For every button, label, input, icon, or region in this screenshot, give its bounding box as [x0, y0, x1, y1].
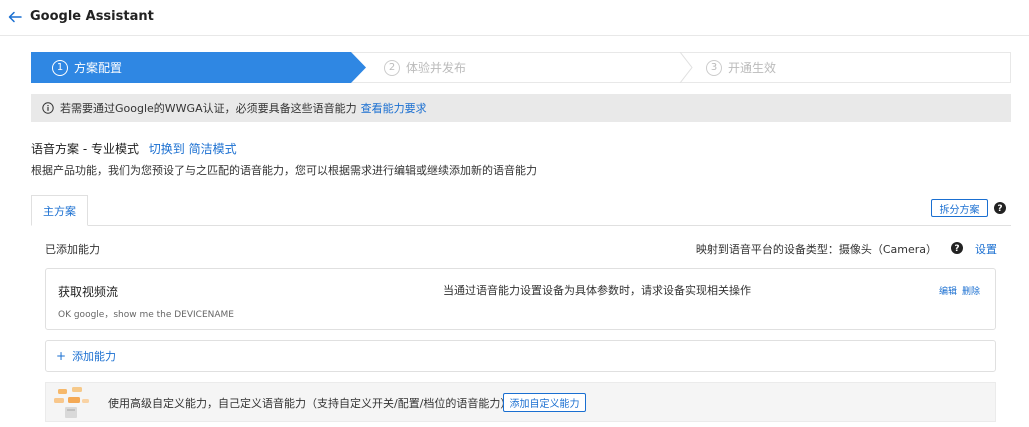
- svg-text:?: ?: [997, 204, 1002, 214]
- notice-text: 若需要通过Google的WWGA认证，必须要具备这些语音能力: [60, 102, 357, 115]
- step-3: 3 开通生效: [706, 53, 776, 82]
- custom-capability-illustration-icon: [54, 387, 89, 418]
- delete-capability-link[interactable]: 删除: [962, 284, 980, 297]
- help-icon[interactable]: ?: [994, 202, 1006, 214]
- scheme-description: 根据产品功能，我们为您预设了与之匹配的语音能力，您可以根据需求进行编辑或继续添加…: [31, 164, 537, 177]
- back-arrow-icon[interactable]: [6, 8, 24, 26]
- page-title: Google Assistant: [30, 9, 154, 24]
- step-3-number: 3: [706, 59, 722, 76]
- capability-title: 获取视频流: [58, 285, 119, 299]
- tab-main-scheme[interactable]: 主方案: [31, 195, 88, 226]
- step-1-label: 方案配置: [74, 61, 123, 75]
- custom-capability-panel: 使用高级自定义能力，自己定义语音能力（支持自定义开关/配置/档位的语音能力） 添…: [45, 382, 996, 422]
- step-1: 1 方案配置: [52, 53, 122, 82]
- plus-icon: +: [56, 349, 67, 363]
- step-dividers: [679, 52, 693, 83]
- info-icon: [42, 102, 54, 114]
- step-3-label: 开通生效: [728, 61, 777, 75]
- edit-capability-link[interactable]: 编辑: [939, 284, 957, 297]
- device-settings-link[interactable]: 设置: [975, 241, 997, 257]
- progress-steps: 1 方案配置 2 体验并发布 3 开通生效: [31, 52, 1011, 83]
- scheme-header: 语音方案 - 专业模式 切换到 简洁模式: [31, 140, 237, 157]
- add-capability-button[interactable]: + 添加能力: [45, 340, 996, 372]
- wwga-notice: 若需要通过Google的WWGA认证，必须要具备这些语音能力 查看能力要求: [31, 94, 1011, 122]
- step-2-number: 2: [384, 59, 400, 76]
- step-2: 2 体验并发布: [384, 53, 466, 82]
- tabs-divider: [31, 225, 1011, 226]
- switch-mode-link[interactable]: 切换到 简洁模式: [149, 142, 237, 156]
- device-type-mapping: 映射到语音平台的设备类型：摄像头（Camera）: [695, 243, 937, 256]
- scheme-title: 语音方案 - 专业模式: [31, 142, 139, 156]
- step-1-number: 1: [52, 59, 68, 76]
- custom-capability-text: 使用高级自定义能力，自己定义语音能力（支持自定义开关/配置/档位的语音能力）: [108, 397, 512, 410]
- capability-card: 获取视频流 OK google，show me the DEVICENAME 当…: [45, 268, 996, 330]
- help-icon[interactable]: ?: [951, 242, 963, 254]
- added-capabilities-label: 已添加能力: [45, 243, 100, 256]
- capability-description: 当通过语音能力设置设备为具体参数时，请求设备实现相关操作: [443, 284, 751, 297]
- view-requirements-link[interactable]: 查看能力要求: [361, 100, 427, 116]
- step-2-label: 体验并发布: [406, 61, 467, 75]
- add-custom-capability-button[interactable]: 添加自定义能力: [503, 393, 586, 412]
- split-scheme-button[interactable]: 拆分方案: [931, 199, 988, 217]
- capability-example-utterance: OK google，show me the DEVICENAME: [58, 310, 234, 320]
- add-capability-label: 添加能力: [72, 350, 117, 363]
- page-header: Google Assistant: [0, 0, 1029, 36]
- svg-text:?: ?: [954, 244, 959, 254]
